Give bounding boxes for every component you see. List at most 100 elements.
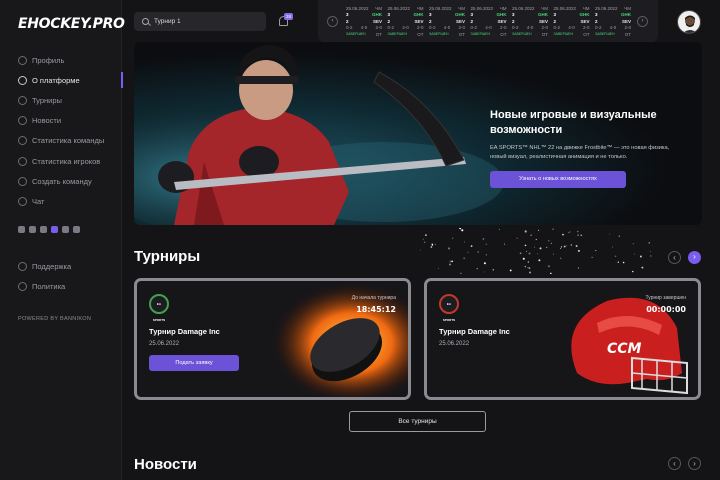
tournaments-next-button[interactable]: ›	[688, 251, 701, 264]
star-dot	[459, 228, 462, 230]
discord-icon[interactable]	[73, 226, 80, 233]
match-status-row: ЗАВЕРШЕН ОТ	[346, 32, 382, 37]
match-status-row: ЗАВЕРШЕН ОТ	[429, 32, 465, 37]
match-badge: ЧМ	[416, 5, 424, 11]
sidebar-item-label: Чат	[32, 196, 45, 206]
ticker-match[interactable]: 25.06.2022 ЧМ 3 GHK 2 SEV 0-2 4-0 2-0 ЗАВЕРШЕН ОТ	[346, 4, 382, 40]
sidebar-item-create-team[interactable]: Создать команду	[0, 171, 122, 191]
star-dot	[549, 272, 552, 274]
home-team: GHK	[579, 12, 590, 17]
user-avatar[interactable]	[677, 10, 701, 34]
match-date: 25.06.2022	[429, 5, 452, 11]
star-dot	[524, 230, 527, 233]
star-dot	[530, 234, 532, 236]
learn-more-button[interactable]: Узнать о новых возможностях	[490, 171, 626, 188]
sidebar-item-label: Поддержка	[32, 261, 72, 271]
news-prev-button[interactable]: ‹	[668, 457, 681, 470]
star-dot	[580, 234, 583, 237]
match-home-row: 3 GHK	[388, 12, 424, 17]
ticker-match[interactable]: 25.06.2022 ЧМ 3 GHK 2 SEV 0-2 4-0 2-0 ЗАВЕРШЕН ОТ	[471, 4, 507, 40]
ticker-match[interactable]: 25.06.2022 ЧМ 3 GHK 2 SEV 0-2 4-0 2-0 ЗАВЕРШЕН ОТ	[388, 4, 424, 40]
match-status-row: ЗАВЕРШЕН ОТ	[388, 32, 424, 37]
sidebar-item-shield[interactable]: Политика	[0, 276, 122, 296]
ticker-match[interactable]: 25.06.2022 ЧМ 3 GHK 2 SEV 0-2 4-0 2-0 ЗАВЕРШЕН ОТ	[595, 4, 631, 40]
sidebar-item-player-stats[interactable]: Статистика игроков	[0, 151, 122, 171]
star-dot	[565, 245, 567, 247]
shield-icon	[18, 281, 27, 291]
sidebar-item-trophy[interactable]: О платформе	[0, 70, 123, 90]
search-input[interactable]	[154, 18, 254, 25]
tournament-card-upcoming[interactable]: EA SPORTS До начала турнира 18:45:12 Тур…	[134, 278, 411, 400]
whatsapp-icon[interactable]	[18, 226, 25, 233]
star-dot	[538, 229, 540, 231]
trophy-icon	[18, 75, 27, 85]
period-score: 0-2	[346, 25, 353, 30]
star-dot	[591, 256, 593, 258]
match-status: ЗАВЕРШЕН	[512, 31, 532, 36]
home-score: 3	[346, 12, 349, 17]
ticker-match[interactable]: 25.06.2022 ЧМ 3 GHK 2 SEV 0-2 4-0 2-0 ЗАВЕРШЕН ОТ	[512, 4, 548, 40]
match-badge: ЧМ	[458, 5, 465, 11]
star-dot	[612, 246, 614, 248]
news-next-button[interactable]: ›	[688, 457, 701, 470]
ticker-match[interactable]: 25.06.2022 ЧМ 3 GHK 2 SEV 0-2 4-0 2-0 ЗАВЕРШЕН ОТ	[554, 4, 590, 40]
star-dot	[425, 234, 427, 236]
match-badge: ЧМ	[624, 5, 631, 11]
star-dot	[448, 263, 452, 266]
ticker-match[interactable]: 25.06.2022 ЧМ 3 GHK 2 SEV 0-2 4-0 2-0 ЗАВЕРШЕН ОТ	[429, 4, 465, 40]
sidebar-item-label: Профиль	[32, 55, 65, 65]
star-dot	[476, 267, 479, 270]
tournament-name: Турнир Damage Inc	[149, 327, 220, 336]
match-periods: 0-2 4-0 2-0	[346, 25, 382, 30]
star-dot	[639, 255, 642, 258]
match-away-row: 2 SEV	[346, 19, 382, 24]
period-score: 4-0	[568, 25, 575, 30]
tournament-card-finished[interactable]: CCM EA SPORTS Турнир завершен 00:00:00 Т…	[424, 278, 701, 400]
match-header: 25.06.2022 ЧМ	[554, 6, 590, 11]
star-dot	[485, 254, 487, 256]
period-score: 2-0	[624, 25, 631, 30]
create-team-icon	[18, 176, 27, 186]
ticker-prev-button[interactable]: ‹	[327, 16, 338, 27]
match-away-row: 2 SEV	[388, 19, 424, 24]
sidebar-item-user[interactable]: Профиль	[0, 50, 122, 70]
player-stats-icon	[18, 156, 27, 166]
star-dot	[577, 267, 580, 269]
star-dot	[467, 251, 469, 253]
match-date: 25.06.2022	[595, 5, 618, 11]
sidebar-item-chat[interactable]: Чат	[0, 191, 122, 211]
telegram-icon[interactable]	[29, 226, 36, 233]
apply-button[interactable]: Подать заявку	[149, 355, 239, 371]
star-dot	[460, 229, 461, 231]
sidebar-bottom-nav: Поддержка Политика	[0, 256, 122, 296]
match-badge: ЧМ	[541, 5, 548, 11]
tournament-name: Турнир Damage Inc	[439, 327, 510, 336]
brand-logo[interactable]: EHOCKEY.PRO	[18, 16, 125, 32]
away-score: 2	[387, 18, 391, 24]
match-ot: ОТ	[583, 31, 590, 37]
search-bar[interactable]	[134, 12, 266, 31]
countdown-timer: 18:45:12	[356, 305, 396, 314]
star-dot	[539, 247, 542, 250]
ea-sports-logo: EA SPORTS	[439, 294, 459, 322]
youtube-icon[interactable]	[51, 226, 58, 233]
star-dot	[552, 228, 554, 230]
twitch-icon[interactable]	[62, 226, 69, 233]
vk-icon[interactable]	[40, 226, 47, 233]
all-tournaments-button[interactable]: Все турниры	[349, 411, 486, 432]
sidebar-item-support[interactable]: Поддержка	[0, 256, 122, 276]
sidebar-item-news[interactable]: Новости	[0, 111, 122, 131]
sidebar-item-team-stats[interactable]: Статистика команды	[0, 131, 122, 151]
star-dot	[423, 241, 426, 244]
star-dot	[483, 262, 486, 265]
match-periods: 0-2 4-0 2-0	[595, 25, 631, 30]
news-heading: Новости	[134, 456, 197, 473]
period-score: 4-0	[402, 25, 409, 30]
tournaments-prev-button[interactable]: ‹	[668, 251, 681, 264]
star-dot	[622, 261, 625, 264]
sidebar-item-tournament[interactable]: Турниры	[0, 90, 122, 110]
tournament-date: 25.06.2022	[439, 341, 470, 347]
home-score: 3	[429, 12, 432, 17]
ticker-next-button[interactable]: ›	[637, 16, 648, 27]
support-icon	[18, 261, 27, 271]
